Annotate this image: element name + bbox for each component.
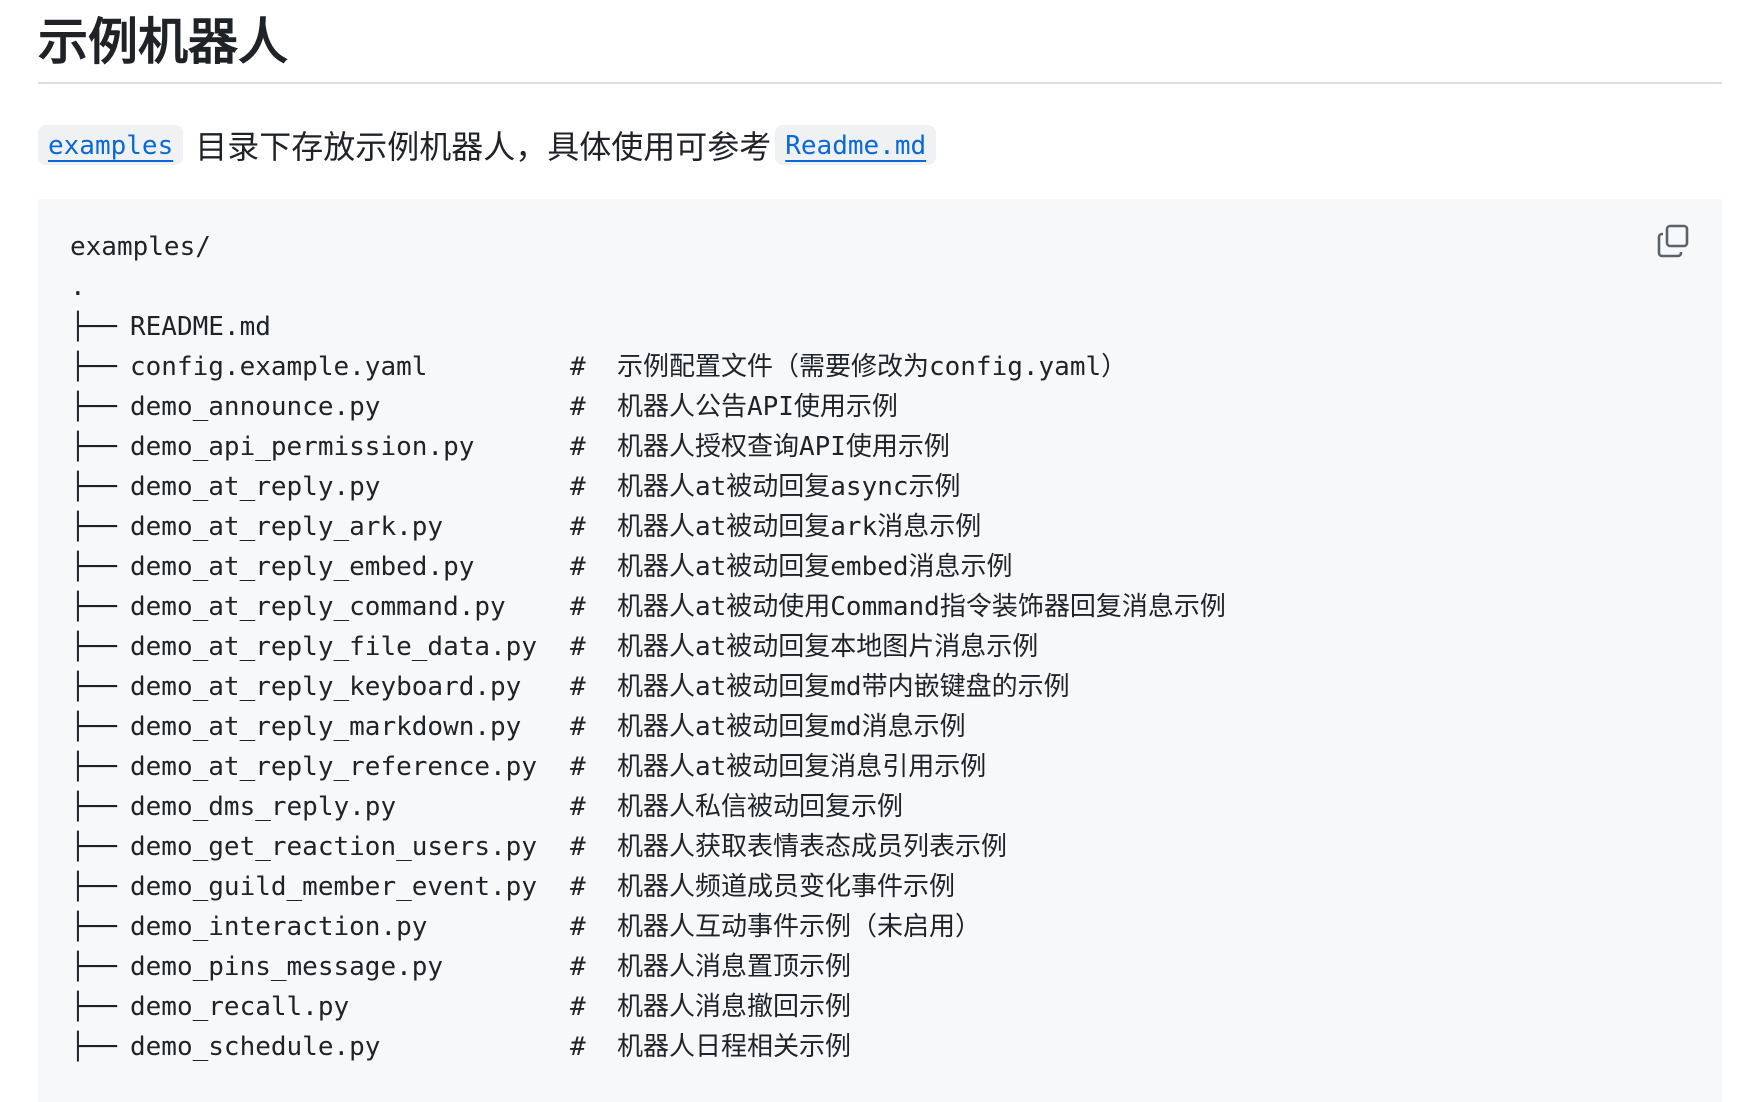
tree-branch: ├── (70, 952, 117, 982)
file-name: demo_at_reply.py (130, 472, 381, 502)
file-comment: # 机器人公告API使用示例 (570, 392, 898, 422)
tree-row: ├── demo_api_permission.py # 机器人授权查询API使用示… (70, 427, 950, 467)
file-comment: # 机器人at被动回复embed消息示例 (570, 552, 1013, 582)
file-comment: # 机器人at被动回复ark消息示例 (570, 512, 982, 542)
tree-branch: ├── (70, 352, 117, 382)
file-comment: # 机器人互动事件示例（未启用） (570, 912, 981, 942)
file-name: demo_at_reply_markdown.py (130, 712, 522, 742)
tree-branch: ├── (70, 632, 117, 662)
file-name: demo_get_reaction_users.py (130, 832, 537, 862)
tree-row: ├── demo_at_reply_embed.py # 机器人at被动回复embe… (70, 547, 1013, 587)
tree-branch: ├── (70, 872, 117, 902)
file-name: demo_dms_reply.py (130, 792, 397, 822)
tree-branch: ├── (70, 472, 117, 502)
tree-row: ├── demo_dms_reply.py # 机器人私信被动回复示例 (70, 787, 903, 827)
tree-branch: ├── (70, 992, 117, 1022)
tree-row: ├── demo_schedule.py # 机器人日程相关示例 (70, 1027, 851, 1067)
file-comment: # 机器人获取表情表态成员列表示例 (570, 832, 1007, 862)
copy-button[interactable] (1654, 221, 1694, 261)
tree-row: ├── demo_at_reply_keyboard.py # 机器人at被动回复m… (70, 667, 1070, 707)
file-name: demo_at_reply_embed.py (130, 552, 475, 582)
tree-row: ├── demo_get_reaction_users.py # 机器人获取表情表态… (70, 827, 1007, 867)
file-comment: # 机器人消息置顶示例 (570, 952, 851, 982)
file-name: demo_api_permission.py (130, 432, 475, 462)
file-comment: # 机器人消息撤回示例 (570, 992, 851, 1022)
file-name: demo_at_reply_ark.py (130, 512, 444, 542)
file-comment: # 机器人私信被动回复示例 (570, 792, 903, 822)
file-comment: # 机器人频道成员变化事件示例 (570, 872, 955, 902)
file-name: demo_pins_message.py (130, 952, 444, 982)
tree-root: examples/ (70, 232, 211, 262)
tree-row: ├── demo_at_reply_reference.py # 机器人at被动回复… (70, 747, 986, 787)
tree-row: ├── demo_at_reply.py # 机器人at被动回复async示例 (70, 467, 961, 507)
tree-row: ├── config.example.yaml # 示例配置文件（需要修改为conf… (70, 347, 1127, 387)
examples-link[interactable]: examples (38, 125, 184, 165)
copy-icon (1657, 224, 1689, 258)
tree-row: ├── demo_recall.py # 机器人消息撤回示例 (70, 987, 851, 1027)
tree-row: ├── demo_announce.py # 机器人公告API使用示例 (70, 387, 898, 427)
file-name: demo_schedule.py (130, 1032, 381, 1062)
file-name: demo_at_reply_keyboard.py (130, 672, 522, 702)
intro-text: 目录下存放示例机器人，具体使用可参考 (195, 128, 772, 166)
tree-branch: ├── (70, 512, 117, 542)
intro-paragraph: examples 目录下存放示例机器人，具体使用可参考 Readme.md (38, 122, 937, 168)
file-name: demo_recall.py (130, 992, 350, 1022)
file-comment: # 机器人at被动回复async示例 (570, 472, 961, 502)
tree-row: ├── demo_at_reply_ark.py # 机器人at被动回复ark消息示… (70, 507, 981, 547)
tree-branch: ├── (70, 792, 117, 822)
file-comment: # 机器人at被动回复md消息示例 (570, 712, 966, 742)
markdown-body: 示例机器人 examples 目录下存放示例机器人，具体使用可参考 Readme… (38, 0, 1722, 1102)
tree-branch: ├── (70, 912, 117, 942)
file-name: demo_guild_member_event.py (130, 872, 537, 902)
tree-row: ├── demo_at_reply_markdown.py # 机器人at被动回复m… (70, 707, 966, 747)
tree-branch: ├── (70, 832, 117, 862)
tree-branch: ├── (70, 392, 117, 422)
file-comment: # 机器人at被动回复md带内嵌键盘的示例 (570, 672, 1070, 702)
tree-branch: ├── (70, 712, 117, 742)
file-name: README.md (130, 312, 271, 342)
directory-tree: examples/ . ├── README.md ├── config.exampl… (70, 227, 1226, 1067)
tree-dot: . (70, 272, 86, 302)
tree-branch: ├── (70, 592, 117, 622)
code-block[interactable]: examples/ . ├── README.md ├── config.exampl… (38, 199, 1722, 1102)
tree-branch: ├── (70, 752, 117, 782)
tree-branch: ├── (70, 552, 117, 582)
file-name: demo_announce.py (130, 392, 381, 422)
tree-row: ├── demo_guild_member_event.py # 机器人频道成员变化… (70, 867, 955, 907)
tree-branch: ├── (70, 1032, 117, 1062)
file-comment: # 机器人at被动使用Command指令装饰器回复消息示例 (570, 592, 1226, 622)
file-comment: # 机器人at被动回复本地图片消息示例 (570, 632, 1039, 662)
tree-branch: ├── (70, 432, 117, 462)
tree-row: ├── demo_pins_message.py # 机器人消息置顶示例 (70, 947, 851, 987)
tree-row: ├── demo_interaction.py # 机器人互动事件示例（未启用） (70, 907, 981, 947)
readme-link[interactable]: Readme.md (775, 125, 937, 165)
tree-row: ├── demo_at_reply_command.py # 机器人at被动使用Co… (70, 587, 1226, 627)
tree-branch: ├── (70, 312, 117, 342)
file-name: demo_at_reply_command.py (130, 592, 506, 622)
tree-branch: ├── (70, 672, 117, 702)
file-name: demo_at_reply_file_data.py (130, 632, 537, 662)
tree-row: ├── README.md (70, 307, 537, 347)
file-comment: # 示例配置文件（需要修改为config.yaml） (570, 352, 1128, 382)
file-name: demo_interaction.py (130, 912, 428, 942)
file-comment: # 机器人at被动回复消息引用示例 (570, 752, 987, 782)
tree-row: ├── demo_at_reply_file_data.py # 机器人at被动回复… (70, 627, 1038, 667)
section-heading: 示例机器人 (38, 0, 1722, 84)
file-name: demo_at_reply_reference.py (130, 752, 537, 782)
file-comment: # 机器人日程相关示例 (570, 1032, 851, 1062)
file-name: config.example.yaml (130, 352, 428, 382)
file-comment: # 机器人授权查询API使用示例 (570, 432, 950, 462)
